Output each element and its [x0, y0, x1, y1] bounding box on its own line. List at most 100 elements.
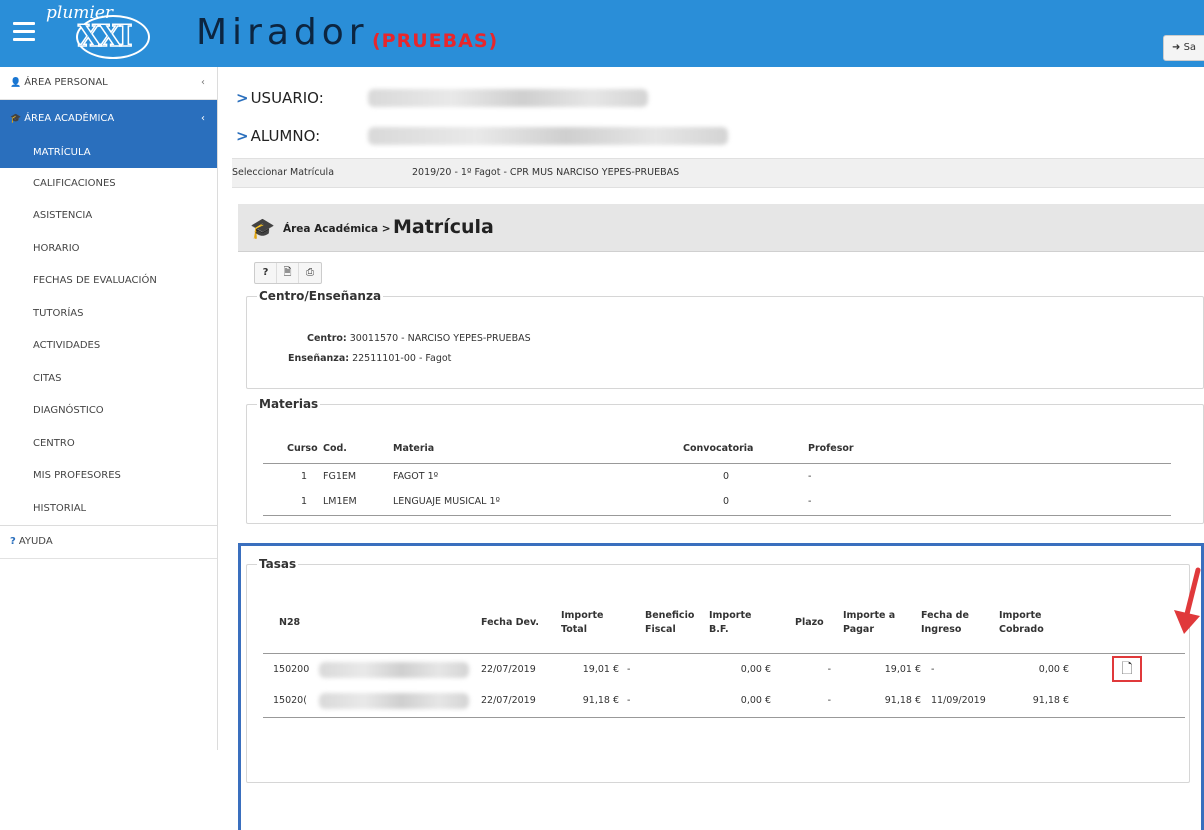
table-row: 15020( 22/07/2019 91,18 € - 0,00 € - 91,… [263, 685, 1185, 718]
cell: - [808, 489, 1171, 516]
tasas-table: N28 Fecha Dev. Importe Total Beneficio F… [263, 593, 1185, 718]
sidebar-item-label: ASISTENCIA [33, 210, 93, 221]
breadcrumb: 🎓 Área Académica > Matrícula [238, 204, 1204, 252]
sidebar-item-horario[interactable]: HORARIO [0, 233, 217, 266]
centro-legend: Centro/Enseñanza [259, 289, 382, 303]
cell: 22/07/2019 [481, 663, 536, 675]
column-header: Importe B.F. [709, 593, 771, 654]
sidebar-item-tutorias[interactable]: TUTORÍAS [0, 298, 217, 331]
top-header: plumier XXI Mirador (PRUEBAS) ➜ Sa [0, 0, 1204, 67]
column-header: Importe a Pagar [843, 593, 921, 654]
usuario-row: > USUARIO: [236, 86, 324, 110]
sidebar-item-actividades[interactable]: ACTIVIDADES [0, 330, 217, 363]
sidebar-item-fechas-evaluacion[interactable]: FECHAS DE EVALUACIÓN [0, 265, 217, 298]
column-header: Convocatoria [683, 435, 808, 464]
column-header: Plazo [771, 593, 843, 654]
plumier-logo[interactable]: plumier XXI [42, 3, 160, 63]
cell: LENGUAJE MUSICAL 1º [393, 489, 683, 516]
breadcrumb-parent[interactable]: Área Académica > [283, 223, 391, 235]
cell: 0,00 € [1038, 663, 1069, 675]
table-row: 1 FG1EM FAGOT 1º 0 - [263, 463, 1171, 489]
column-header [1069, 593, 1185, 654]
sidebar-item-area-personal[interactable]: 👤 ÁREA PERSONAL ‹ [0, 67, 217, 100]
cell: 15020( [263, 685, 481, 718]
cell: LM1EM [323, 489, 393, 516]
user-icon: 👤 [10, 78, 22, 88]
column-header: Importe Total [561, 593, 619, 654]
sidebar-item-citas[interactable]: CITAS [0, 363, 217, 396]
sidebar-item-diagnostico[interactable]: DIAGNÓSTICO [0, 395, 217, 428]
cell: FAGOT 1º [393, 470, 439, 482]
sidebar-item-label: DIAGNÓSTICO [33, 405, 104, 416]
hamburger-menu-icon[interactable] [13, 22, 35, 42]
matricula-selector-label: Seleccionar Matrícula [232, 167, 335, 178]
ensenanza-label: Enseñanza: [288, 353, 350, 364]
cell: 91,18 € [999, 685, 1069, 718]
sidebar-item-label: MIS PROFESORES [33, 470, 121, 481]
sidebar-item-label: ÁREA PERSONAL [24, 77, 108, 88]
chevron-right-icon: > [236, 89, 249, 107]
column-header: N28 [263, 593, 481, 654]
materias-legend: Materias [259, 397, 319, 411]
document-icon[interactable]: 🗋 [1112, 656, 1142, 683]
cell: 19,01 € [884, 663, 921, 675]
cell: 1 [301, 470, 308, 482]
table-header-row: N28 Fecha Dev. Importe Total Beneficio F… [263, 593, 1185, 654]
sidebar-item-label: CALIFICACIONES [33, 177, 116, 189]
n28-redacted [319, 661, 469, 678]
sidebar-item-label: ACTIVIDADES [33, 340, 101, 351]
column-header: Fecha Dev. [481, 593, 561, 654]
cell: 11/09/2019 [921, 685, 999, 718]
cell: FG1EM [323, 470, 357, 482]
cell: 22/07/2019 [481, 685, 561, 718]
usuario-label: USUARIO: [250, 89, 324, 107]
cell: 91,18 € [843, 685, 921, 718]
sidebar-item-label: FECHAS DE EVALUACIÓN [33, 275, 157, 286]
sidebar-item-label: TUTORÍAS [33, 307, 84, 319]
logout-label: Sa [1183, 42, 1197, 53]
logout-button[interactable]: ➜ Sa [1163, 35, 1204, 61]
centro-value: 30011570 - NARCISO YEPES-PRUEBAS [349, 333, 531, 344]
page-title: Matrícula [393, 216, 494, 238]
materias-panel: Materias Curso Cod. Materia Convocatoria… [246, 397, 1204, 524]
print-icon[interactable]: ⎙ [299, 263, 321, 283]
centro-label: Centro: [307, 333, 347, 344]
sidebar-item-mis-profesores[interactable]: MIS PROFESORES [0, 460, 217, 493]
centro-ensenanza-panel: Centro/Enseñanza Centro: 30011570 - NARC… [246, 289, 1204, 389]
alumno-label: ALUMNO: [250, 127, 321, 145]
table-row: 1 LM1EM LENGUAJE MUSICAL 1º 0 - [263, 489, 1171, 516]
graduation-cap-icon: 🎓 [250, 216, 275, 240]
cell: 0 [723, 470, 730, 482]
sidebar-item-label: MATRÍCULA [33, 146, 91, 158]
materias-table: Curso Cod. Materia Convocatoria Profesor… [263, 435, 1171, 516]
column-header: Profesor [808, 435, 1171, 464]
cell: 19,01 € [582, 663, 619, 675]
sidebar-item-calificaciones[interactable]: CALIFICACIONES [0, 168, 217, 201]
n28-value: 15020( [273, 695, 307, 707]
sidebar-item-historial[interactable]: HISTORIAL [0, 493, 217, 526]
sidebar-item-centro[interactable]: CENTRO [0, 428, 217, 461]
sidebar-item-label: AYUDA [18, 536, 53, 547]
column-header: Cod. [323, 435, 393, 464]
alumno-redacted [368, 127, 728, 145]
cell: - [827, 663, 831, 675]
sidebar-item-ayuda[interactable]: ? AYUDA [0, 526, 217, 559]
cell: 150200 [263, 653, 481, 685]
tasas-legend: Tasas [259, 557, 297, 571]
user-info-box: > USUARIO: > ALUMNO: [232, 80, 1204, 156]
matricula-selector-value[interactable]: 2019/20 - 1º Fagot - CPR MUS NARCISO YEP… [412, 159, 679, 187]
sidebar-item-asistencia[interactable]: ASISTENCIA [0, 200, 217, 233]
chevron-left-icon: ‹ [201, 77, 205, 88]
table-header-row: Curso Cod. Materia Convocatoria Profesor [263, 435, 1171, 464]
document-icon[interactable]: 🗎 [277, 263, 299, 283]
sidebar-item-matricula[interactable]: MATRÍCULA [0, 137, 217, 168]
annotation-arrow-icon [1174, 567, 1201, 634]
column-header: Materia [393, 435, 683, 464]
cell: 0 [683, 489, 808, 516]
matricula-selector[interactable]: Seleccionar Matrícula 2019/20 - 1º Fagot… [232, 158, 1204, 188]
chevron-left-icon: ‹ [201, 112, 205, 124]
sidebar-item-label: CENTRO [33, 437, 75, 449]
help-button[interactable]: ? [255, 263, 277, 283]
environment-badge: (PRUEBAS) [372, 30, 499, 52]
sidebar-item-label: CITAS [33, 372, 62, 384]
